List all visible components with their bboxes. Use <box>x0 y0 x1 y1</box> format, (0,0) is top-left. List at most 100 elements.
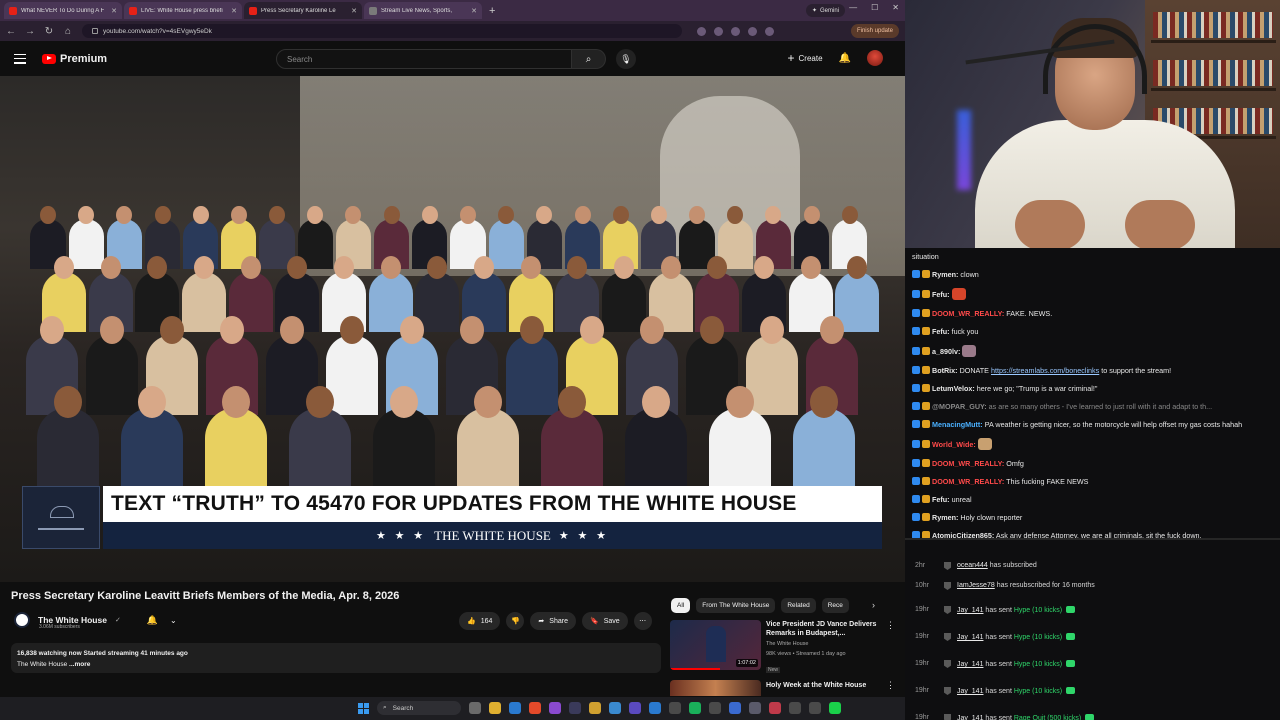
app-icon[interactable] <box>729 702 741 714</box>
chat-username[interactable]: AtomicCitizen865: <box>932 531 994 538</box>
folder-icon[interactable] <box>589 702 601 714</box>
notifications-icon[interactable]: 🔔 <box>839 53 851 64</box>
chat-username[interactable]: Fefu: <box>932 495 950 504</box>
app-icon[interactable] <box>549 702 561 714</box>
chat-username[interactable]: Fefu: <box>932 327 950 336</box>
app-icon[interactable] <box>769 702 781 714</box>
close-tab-icon[interactable]: ✕ <box>471 7 477 15</box>
discord-icon[interactable] <box>629 702 641 714</box>
taskbar-search[interactable]: ⌕ Search <box>377 701 461 715</box>
browser-tab[interactable]: What NEVER To Do During A F ✕ <box>4 2 122 19</box>
chat-username[interactable]: DOOM_WR_REALLY: <box>932 477 1004 486</box>
chrome-icon[interactable] <box>529 702 541 714</box>
chevron-down-icon[interactable]: ⌄ <box>170 616 177 625</box>
menu-icon[interactable] <box>14 53 26 64</box>
finish-update-button[interactable]: Finish update <box>850 24 899 38</box>
event-username[interactable]: Jay_141 <box>957 634 983 641</box>
related-video[interactable]: 1:07:02 Vice President JD Vance Delivers… <box>670 620 895 673</box>
event-username[interactable]: Jay_141 <box>957 607 983 614</box>
video-player[interactable]: TEXT “TRUTH” TO 45470 FOR UPDATES FROM T… <box>0 76 905 582</box>
related-video[interactable]: Holy Week at the White House ⋮ <box>670 680 895 696</box>
chat-username[interactable]: @MOPAR_GUY: <box>932 402 987 411</box>
gemini-button[interactable]: ✦ Gemini <box>805 4 845 17</box>
video-thumbnail[interactable]: 1:07:02 <box>670 620 761 670</box>
extension-icon[interactable] <box>748 26 757 36</box>
related-title[interactable]: Vice President JD Vance Delivers Remarks… <box>766 620 884 638</box>
event-username[interactable]: Jay_141 <box>957 715 983 720</box>
search-button[interactable]: ⌕ <box>572 49 606 69</box>
extension-icon[interactable] <box>731 26 740 36</box>
chevron-right-icon[interactable]: › <box>872 600 875 610</box>
related-title[interactable]: Holy Week at the White House <box>766 681 884 690</box>
event-username[interactable]: Jay_141 <box>957 688 983 695</box>
close-tab-icon[interactable]: ✕ <box>231 7 237 15</box>
event-username[interactable]: Jay_141 <box>957 661 983 668</box>
voice-search-button[interactable]: 🎙 <box>616 49 636 69</box>
browser-tab[interactable]: Stream Live News, Sports, ✕ <box>364 2 482 19</box>
chat-username[interactable]: Rymen: <box>932 513 958 522</box>
more-vert-icon[interactable]: ⋮ <box>886 680 895 691</box>
chat-username[interactable]: Fefu: <box>932 290 950 299</box>
edge-icon[interactable] <box>509 702 521 714</box>
create-button[interactable]: + Create <box>788 51 823 65</box>
forward-icon[interactable]: → <box>25 26 35 37</box>
app-icon[interactable] <box>649 702 661 714</box>
share-button[interactable]: ➦ Share <box>530 612 576 630</box>
chat-link[interactable]: https://streamlabs.com/boneclinks <box>991 366 1099 375</box>
profile-icon[interactable] <box>765 26 774 36</box>
subscription-bell-icon[interactable]: 🔔 <box>147 615 158 626</box>
app-icon[interactable] <box>789 702 801 714</box>
app-icon[interactable] <box>609 702 621 714</box>
chip-recent[interactable]: Rece <box>821 598 849 613</box>
minimize-icon[interactable]: — <box>849 3 857 12</box>
chip-all[interactable]: All <box>671 598 691 613</box>
channel-avatar[interactable] <box>14 612 30 628</box>
back-icon[interactable]: ← <box>6 26 16 37</box>
app-icon[interactable] <box>809 702 821 714</box>
app-icon[interactable] <box>749 702 761 714</box>
kick-icon[interactable] <box>829 702 841 714</box>
more-vert-icon[interactable]: ⋮ <box>886 620 895 631</box>
file-explorer-icon[interactable] <box>489 702 501 714</box>
new-tab-icon[interactable]: + <box>484 5 500 17</box>
close-tab-icon[interactable]: ✕ <box>111 7 117 15</box>
chat-username[interactable]: World_Wide: <box>932 440 976 449</box>
save-button[interactable]: 🔖 Save <box>581 612 628 630</box>
close-window-icon[interactable]: ✕ <box>892 3 899 12</box>
browser-tab-active[interactable]: Press Secretary Karoline Le ✕ <box>244 2 362 19</box>
site-info-icon[interactable] <box>92 28 98 34</box>
chat-username[interactable]: LetumVelox: <box>932 384 975 393</box>
chat-username[interactable]: a_890lv: <box>932 347 960 356</box>
video-thumbnail[interactable] <box>670 680 761 696</box>
description-box[interactable]: 16,838 watching now Started streaming 41… <box>11 643 661 673</box>
extension-icon[interactable] <box>697 26 706 36</box>
app-icon[interactable] <box>709 702 721 714</box>
app-icon[interactable] <box>569 702 581 714</box>
task-view-icon[interactable] <box>469 702 481 714</box>
windows-start-icon[interactable] <box>358 702 369 714</box>
chat-username[interactable]: Rymen: <box>932 270 958 279</box>
chat-username[interactable]: DOOM_WR_REALLY: <box>932 459 1004 468</box>
reload-icon[interactable]: ↻ <box>44 26 54 37</box>
app-icon[interactable] <box>669 702 681 714</box>
search-input[interactable]: Search <box>276 49 572 69</box>
url-field[interactable]: youtube.com/watch?v=4sEVgwy5eDk <box>82 24 682 38</box>
more-actions-button[interactable]: ⋯ <box>633 612 652 630</box>
like-button[interactable]: 👍 164 <box>459 612 501 630</box>
chat-username[interactable]: DOOM_WR_REALLY: <box>932 309 1004 318</box>
youtube-logo[interactable]: Premium <box>42 53 107 65</box>
event-username[interactable]: ocean444 <box>957 562 988 569</box>
close-tab-icon[interactable]: ✕ <box>351 7 357 15</box>
event-username[interactable]: IamJesse78 <box>957 582 995 589</box>
spotify-icon[interactable] <box>689 702 701 714</box>
dislike-button[interactable]: 👎 <box>506 612 525 630</box>
more-link[interactable]: ...more <box>69 661 90 668</box>
home-icon[interactable]: ⌂ <box>63 26 73 37</box>
extension-icon[interactable] <box>714 26 723 36</box>
chip-related[interactable]: Related <box>781 598 816 613</box>
chat-username[interactable]: MenacingMutt: <box>932 420 983 429</box>
chat-username[interactable]: BotRix: <box>932 366 958 375</box>
maximize-icon[interactable]: ☐ <box>871 3 878 12</box>
browser-tab[interactable]: LIVE: White House press briefi ✕ <box>124 2 242 19</box>
account-avatar[interactable] <box>867 50 883 66</box>
